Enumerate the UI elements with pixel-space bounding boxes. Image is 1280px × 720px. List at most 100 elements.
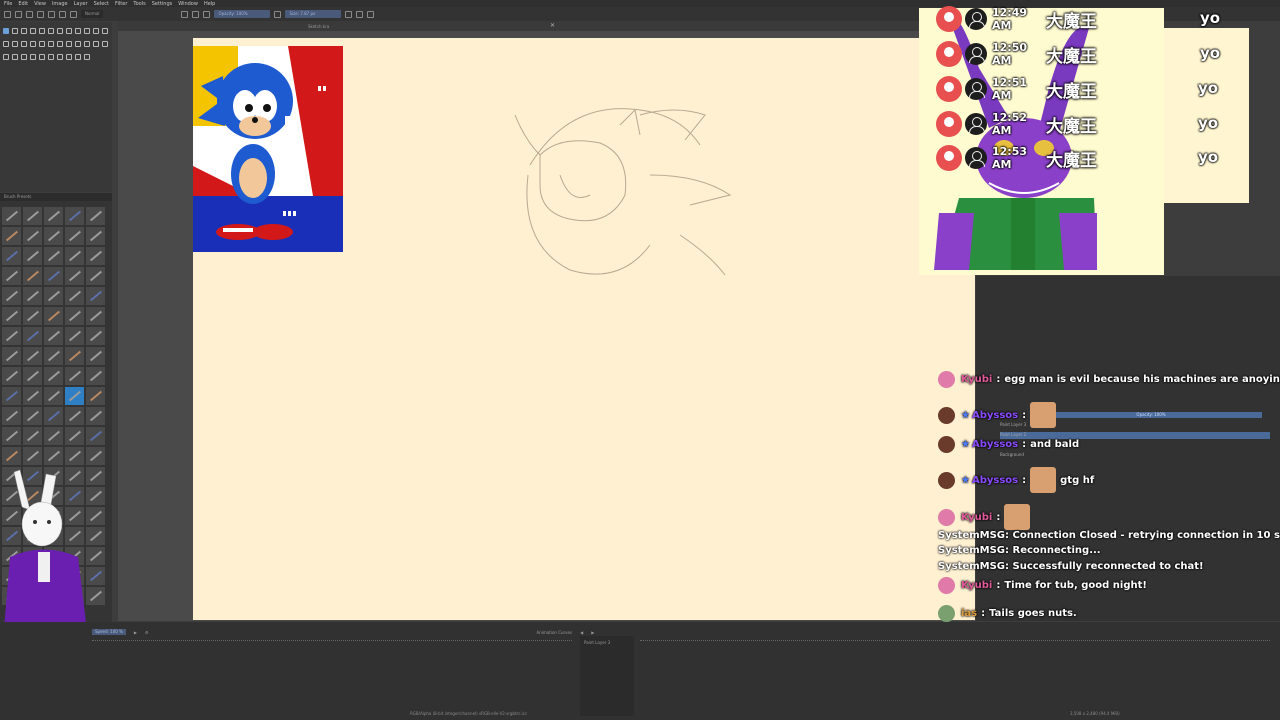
brush-preset-item[interactable] bbox=[44, 207, 63, 225]
crop-tool-icon[interactable] bbox=[39, 41, 45, 47]
brush-preset-item[interactable] bbox=[2, 347, 21, 365]
brush-preset-item[interactable] bbox=[86, 307, 105, 325]
assistant-tool-icon[interactable] bbox=[102, 41, 108, 47]
size-slider[interactable]: Size: 7.87 px bbox=[285, 10, 342, 18]
dynamic-brush-tool-icon[interactable] bbox=[3, 41, 9, 47]
similar-select-tool-icon[interactable] bbox=[48, 54, 54, 60]
brush-preset-item[interactable] bbox=[86, 407, 105, 425]
rect-select-tool-icon[interactable] bbox=[3, 54, 9, 60]
fill-tool-icon[interactable] bbox=[84, 41, 90, 47]
preserve-alpha-button[interactable] bbox=[192, 10, 200, 18]
menu-window[interactable]: Window bbox=[178, 1, 198, 7]
brush-preset-item[interactable] bbox=[23, 207, 42, 225]
brush-preset-item[interactable] bbox=[86, 287, 105, 305]
menu-edit[interactable]: Edit bbox=[18, 1, 28, 7]
brush-preset-item[interactable] bbox=[23, 367, 42, 385]
freehand-path-tool-icon[interactable] bbox=[102, 28, 108, 34]
brush-preset-item[interactable] bbox=[65, 247, 84, 265]
brush-preset-item[interactable] bbox=[23, 267, 42, 285]
brush-preset-item[interactable] bbox=[65, 307, 84, 325]
brush-preset-item[interactable] bbox=[2, 407, 21, 425]
smart-patch-tool-icon[interactable] bbox=[75, 41, 81, 47]
timeline-speed[interactable]: Speed: 100 % bbox=[92, 629, 126, 635]
brush-preset-item[interactable] bbox=[2, 327, 21, 345]
erase-mode-button[interactable] bbox=[181, 10, 189, 18]
brush-preset-item[interactable] bbox=[23, 247, 42, 265]
settings-icon[interactable]: ⚙ bbox=[145, 630, 149, 635]
move-tool-icon[interactable] bbox=[30, 41, 36, 47]
rectangle-tool-icon[interactable] bbox=[57, 28, 63, 34]
magnetic-select-tool-icon[interactable] bbox=[66, 54, 72, 60]
brush-preset-item[interactable] bbox=[2, 307, 21, 325]
contiguous-select-tool-icon[interactable] bbox=[39, 54, 45, 60]
brush-preset-item[interactable] bbox=[86, 387, 105, 405]
gradient-tool-icon[interactable] bbox=[48, 41, 54, 47]
pan-tool-icon[interactable] bbox=[84, 54, 90, 60]
menu-select[interactable]: Select bbox=[94, 1, 109, 7]
menu-view[interactable]: View bbox=[34, 1, 46, 7]
brush-preset-item[interactable] bbox=[2, 227, 21, 245]
line-tool-icon[interactable] bbox=[48, 28, 54, 34]
brush-preset-item[interactable] bbox=[65, 427, 84, 445]
freehand-select-tool-icon[interactable] bbox=[30, 54, 36, 60]
polygon-tool-icon[interactable] bbox=[75, 28, 81, 34]
layer-opacity-slider[interactable]: Opacity: 100% bbox=[1040, 412, 1262, 418]
brush-preset-item[interactable] bbox=[65, 367, 84, 385]
brush-preset-item[interactable] bbox=[86, 327, 105, 345]
brush-preset-item[interactable] bbox=[44, 267, 63, 285]
menu-image[interactable]: Image bbox=[52, 1, 68, 7]
freehand-brush-tool-icon[interactable] bbox=[39, 28, 45, 34]
brush-preset-item[interactable] bbox=[2, 427, 21, 445]
brush-preset-item[interactable] bbox=[86, 207, 105, 225]
curves-ruler[interactable] bbox=[640, 640, 1270, 642]
brush-preset-item[interactable] bbox=[2, 267, 21, 285]
timeline-ruler[interactable] bbox=[92, 640, 572, 642]
brush-preset-item[interactable] bbox=[2, 247, 21, 265]
select-shapes-tool-icon[interactable] bbox=[3, 28, 9, 34]
menu-filter[interactable]: Filter bbox=[115, 1, 127, 7]
brush-preset-item[interactable] bbox=[44, 387, 63, 405]
brush-preset-item[interactable] bbox=[2, 387, 21, 405]
menu-layer[interactable]: Layer bbox=[74, 1, 88, 7]
save-button[interactable] bbox=[26, 10, 33, 18]
brush-preset-item[interactable] bbox=[44, 307, 63, 325]
reload-preset-button[interactable] bbox=[203, 10, 211, 18]
brush-preset-item[interactable] bbox=[86, 267, 105, 285]
brush-preset-item[interactable] bbox=[65, 407, 84, 425]
brush-preset-item[interactable] bbox=[86, 427, 105, 445]
brush-preset-item[interactable] bbox=[44, 287, 63, 305]
brush-preset-item[interactable] bbox=[2, 287, 21, 305]
brush-preset-button[interactable] bbox=[70, 10, 77, 18]
prev-keyframe-icon[interactable]: ◀ bbox=[580, 630, 583, 635]
brush-preset-item[interactable] bbox=[86, 347, 105, 365]
menu-settings[interactable]: Settings bbox=[152, 1, 173, 7]
zoom-tool-icon[interactable] bbox=[75, 54, 81, 60]
brush-preset-item[interactable] bbox=[23, 387, 42, 405]
brush-preset-item[interactable] bbox=[2, 367, 21, 385]
brush-preset-item[interactable] bbox=[23, 307, 42, 325]
fill-gradients-button[interactable] bbox=[59, 10, 66, 18]
bezier-tool-icon[interactable] bbox=[93, 28, 99, 34]
brush-preset-item[interactable] bbox=[86, 227, 105, 245]
redo-button[interactable] bbox=[48, 10, 55, 18]
enclose-fill-tool-icon[interactable] bbox=[93, 41, 99, 47]
edit-shapes-tool-icon[interactable] bbox=[21, 28, 27, 34]
brush-preset-item[interactable] bbox=[44, 347, 63, 365]
bezier-select-tool-icon[interactable] bbox=[57, 54, 63, 60]
ellipse-select-tool-icon[interactable] bbox=[12, 54, 18, 60]
wrap-around-button[interactable] bbox=[367, 10, 375, 18]
open-document-button[interactable] bbox=[15, 10, 22, 18]
multibrush-tool-icon[interactable] bbox=[12, 41, 18, 47]
color-picker-tool-icon[interactable] bbox=[57, 41, 63, 47]
new-document-button[interactable] bbox=[4, 10, 11, 18]
layer-row[interactable]: Background bbox=[1000, 452, 1270, 459]
menu-tools[interactable]: Tools bbox=[133, 1, 145, 7]
brush-preset-item[interactable] bbox=[44, 407, 63, 425]
timeline-layer-name[interactable]: Paint Layer 3 bbox=[584, 640, 610, 645]
document-title[interactable]: Sketch.kra bbox=[308, 24, 329, 29]
brush-preset-item[interactable] bbox=[65, 347, 84, 365]
play-icon[interactable]: ▶ bbox=[591, 630, 594, 635]
brush-preset-item[interactable] bbox=[44, 227, 63, 245]
brush-preset-item[interactable] bbox=[23, 227, 42, 245]
mirror-horizontal-button[interactable] bbox=[345, 10, 353, 18]
